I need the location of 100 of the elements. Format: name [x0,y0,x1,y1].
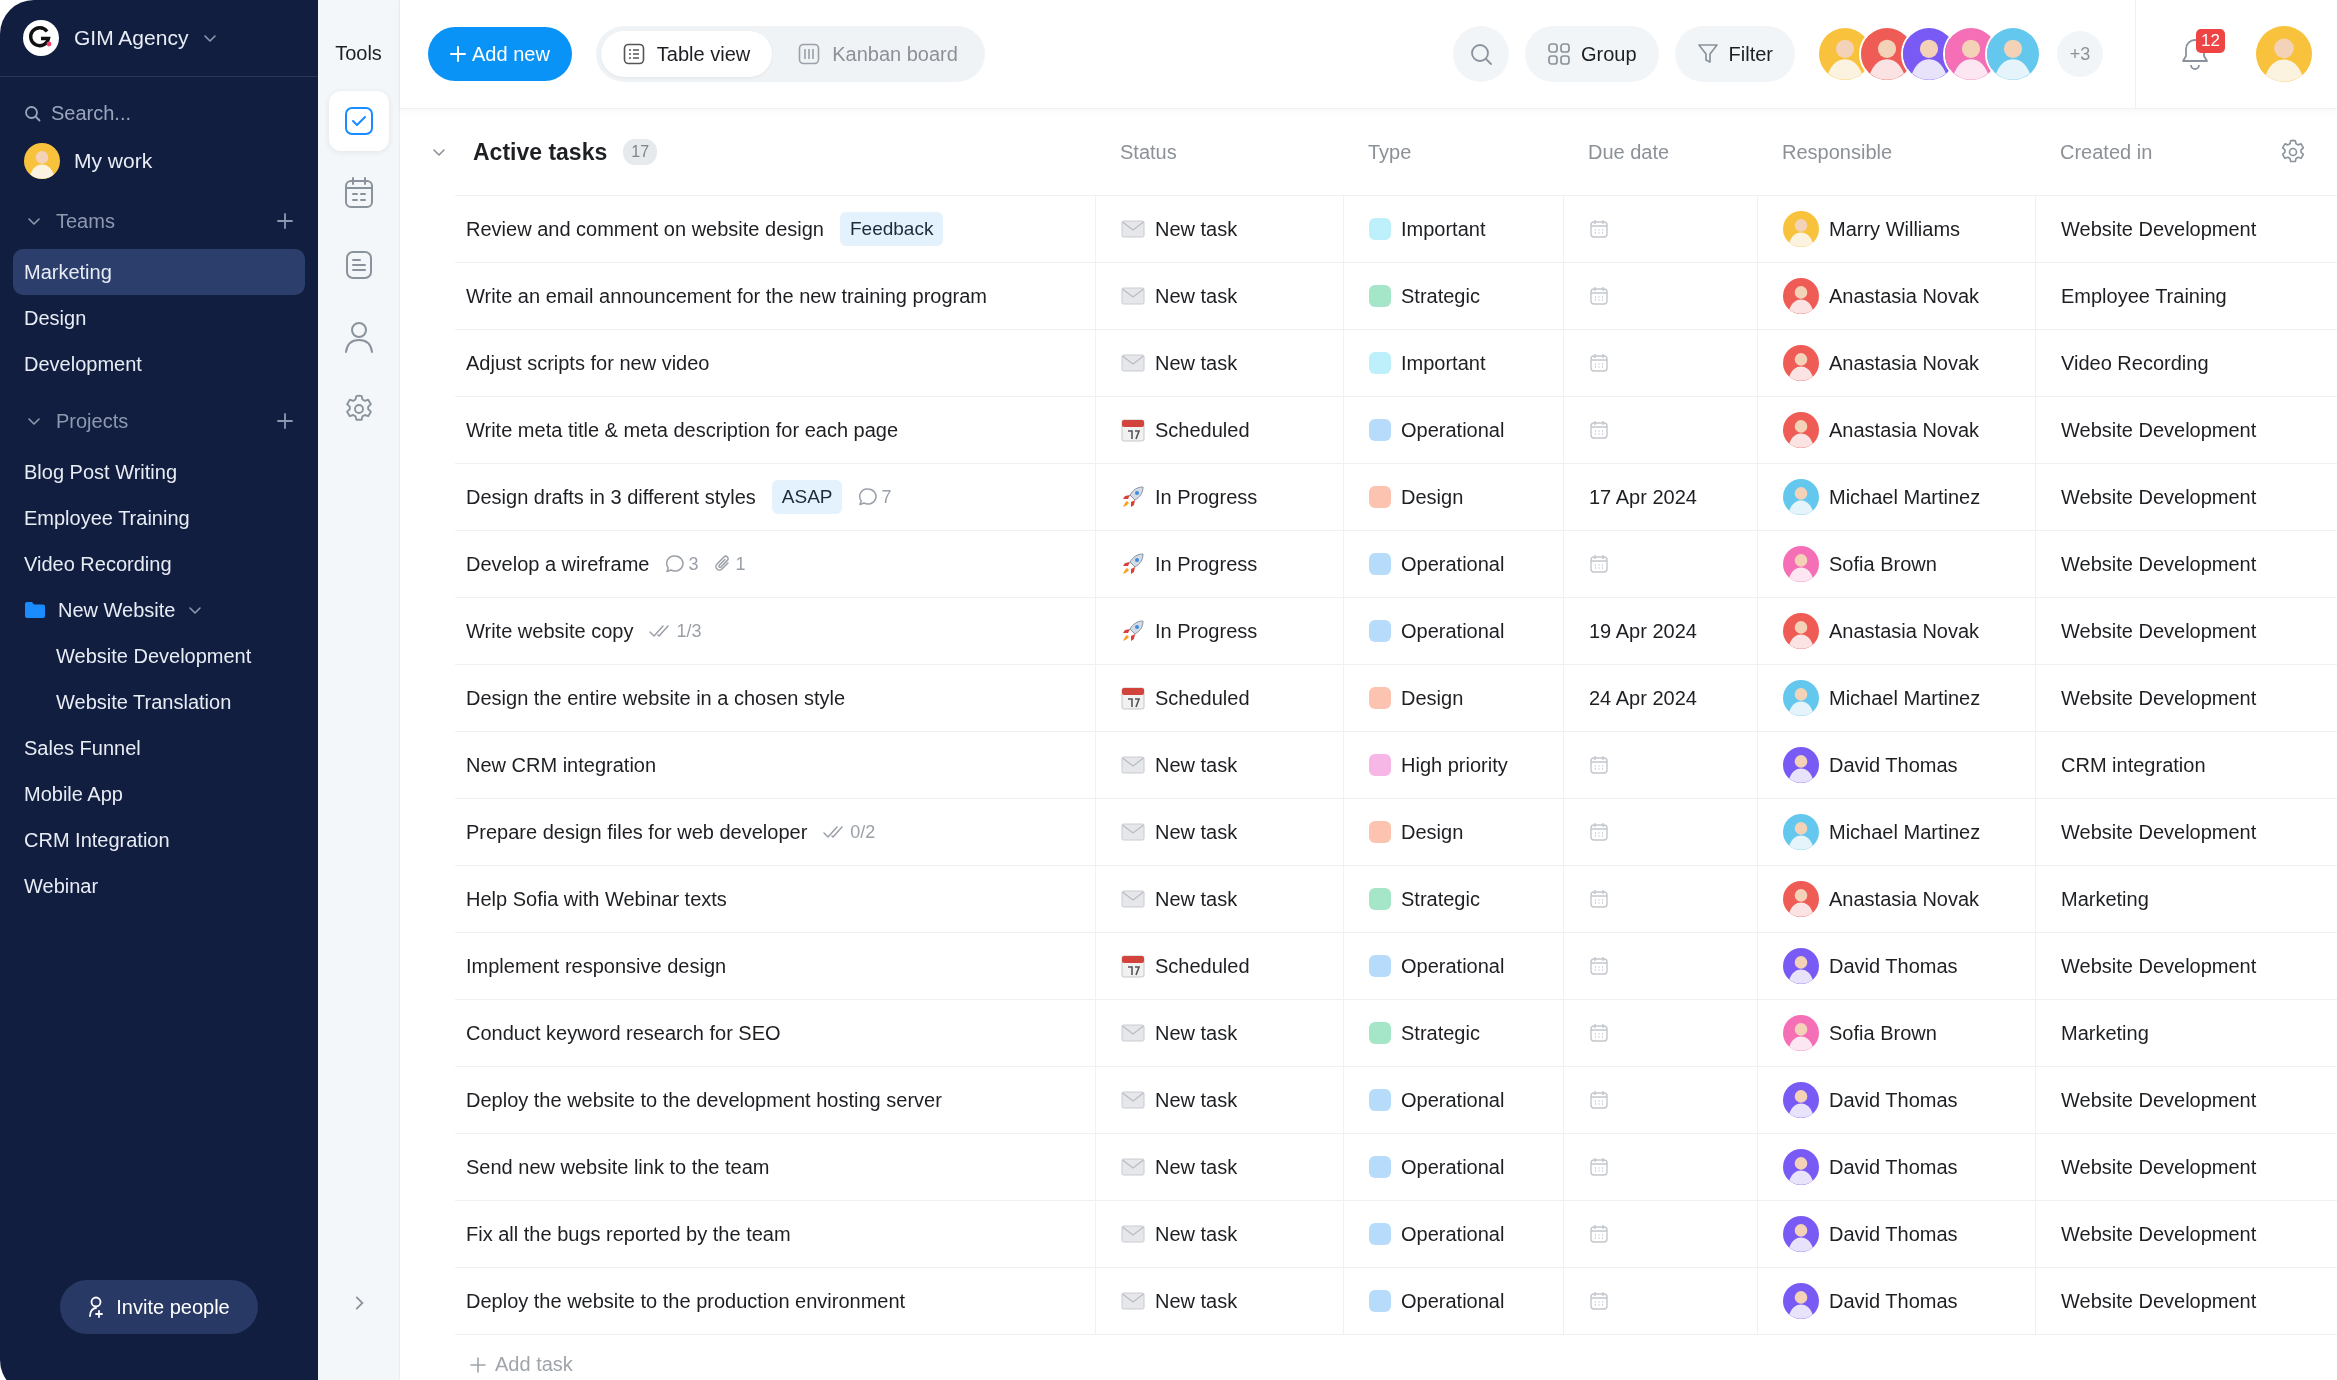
table-icon [622,43,645,65]
project-name: Website Development [2061,418,2257,442]
sidebar-item[interactable]: CRM Integration [13,817,305,863]
tag: ASAP [771,480,843,514]
sidebar-item[interactable]: Website Development [13,633,305,679]
calendar-icon[interactable] [1589,1023,1609,1043]
status-label: New task [1155,351,1238,375]
envelope-icon [1121,287,1145,305]
sidebar-item[interactable]: Video Recording [13,541,305,587]
status-label: New task [1155,217,1238,241]
sidebar-item[interactable]: Mobile App [13,771,305,817]
task-title[interactable]: Prepare design files for web developer [466,820,808,844]
subtask-count: 1/3 [676,620,702,642]
calendar-icon[interactable] [1589,219,1609,239]
workspace-name[interactable]: GIM Agency [74,26,189,50]
assignee-name: Anastasia Novak [1829,887,1980,911]
sidebar-item[interactable]: Marketing [13,249,305,295]
project-name: CRM integration [2061,753,2206,777]
calendar-icon[interactable] [1589,1224,1609,1244]
tool-button[interactable] [328,91,389,151]
calendar-icon[interactable] [1589,822,1609,842]
calendar-icon[interactable] [1589,554,1609,574]
type-label: Operational [1401,1155,1505,1179]
rocket-icon [1121,619,1145,643]
group-button[interactable]: Group [1524,26,1659,82]
task-title[interactable]: Send new website link to the team [466,1155,770,1179]
sidebar-item[interactable]: Webinar [13,863,305,909]
sidebar-item[interactable]: Design [13,295,305,341]
status-label: New task [1155,820,1238,844]
task-title[interactable]: Write meta title & meta description for each page [466,418,899,442]
sidebar-item[interactable]: Sales Funnel [13,725,305,771]
type-label: Design [1401,820,1464,844]
calendar-icon[interactable] [1589,1090,1609,1110]
assignee-name: Michael Martinez [1829,686,1981,710]
task-title[interactable]: Design drafts in 3 different styles [466,485,756,509]
status-label: New task [1155,1021,1238,1045]
project-name: Marketing [2061,887,2149,911]
filter-button[interactable]: Filter [1674,26,1795,82]
task-title[interactable]: Write an email announcement for the new training program [466,284,987,308]
assignee-name: David Thomas [1829,1088,1958,1112]
task-title[interactable]: Help Sofia with Webinar texts [466,887,727,911]
calendar-icon[interactable] [1589,420,1609,440]
attachment-count: 1 [735,553,746,575]
view-tab[interactable]: Table view [600,31,773,77]
task-title[interactable]: Deploy the website to the production environment [466,1289,906,1313]
calendar-icon[interactable] [1589,353,1609,373]
status-label: New task [1155,1222,1238,1246]
sidebar-item[interactable]: New Website [13,587,305,633]
assignee-name: Michael Martinez [1829,485,1981,509]
plus-icon[interactable] [276,412,294,430]
task-title[interactable]: Design the entire website in a chosen style [466,686,846,710]
calendar-icon[interactable] [1589,889,1609,909]
project-name: Website Development [2061,217,2257,241]
calendar-icon[interactable] [1589,1291,1609,1311]
task-title[interactable]: Implement responsive design [466,954,727,978]
tools-title: Tools [335,42,382,65]
calendar-icon[interactable] [1589,956,1609,976]
task-title[interactable]: Develop a wireframe [466,552,650,576]
plus-icon[interactable] [276,212,294,230]
task-title[interactable]: Fix all the bugs reported by the team [466,1222,791,1246]
sidebar-item[interactable]: Blog Post Writing [13,449,305,495]
section-title[interactable]: Teams [56,209,262,233]
calendar-icon[interactable] [1589,286,1609,306]
type-label: Design [1401,485,1464,509]
search-field[interactable]: Search... [49,100,253,126]
type-label: Strategic [1401,887,1480,911]
sidebar-item[interactable]: Website Translation [13,679,305,725]
status-label: New task [1155,753,1238,777]
task-title[interactable]: Conduct keyword research for SEO [466,1021,781,1045]
comment-icon [858,487,879,507]
section-title: Active tasks [473,138,608,166]
task-title[interactable]: Adjust scripts for new video [466,351,710,375]
assignee-name: Anastasia Novak [1829,418,1980,442]
type-label: Design [1401,686,1464,710]
section-title[interactable]: Projects [56,409,262,433]
assignee-name: David Thomas [1829,1222,1958,1246]
envelope-icon [1121,1024,1145,1042]
sidebar-item[interactable]: Development [13,341,305,387]
avatar [2256,26,2312,82]
invite-button[interactable]: Invite people [60,1280,258,1334]
logo-icon [22,19,60,57]
avatar [24,143,60,179]
due-date: 24 Apr 2024 [1589,686,1697,710]
envelope-icon [1121,220,1145,238]
task-title[interactable]: Deploy the website to the development hosting server [466,1088,942,1112]
comment-icon [665,554,686,574]
due-date: 17 Apr 2024 [1589,485,1697,509]
task-title[interactable]: Review and comment on website design [466,217,824,241]
comment-count: 3 [688,553,699,575]
task-title[interactable]: New CRM integration [466,753,657,777]
assignee-name: Sofia Brown [1829,1021,1937,1045]
project-name: Website Development [2061,686,2257,710]
search-icon [24,104,41,122]
calendar-icon[interactable] [1589,1157,1609,1177]
project-name: Website Development [2061,1222,2257,1246]
columns-icon [798,43,821,65]
calendar-icon[interactable] [1589,755,1609,775]
my-work-link[interactable]: My work [74,149,153,173]
task-title[interactable]: Write website copy [466,619,634,643]
sidebar-item[interactable]: Employee Training [13,495,305,541]
